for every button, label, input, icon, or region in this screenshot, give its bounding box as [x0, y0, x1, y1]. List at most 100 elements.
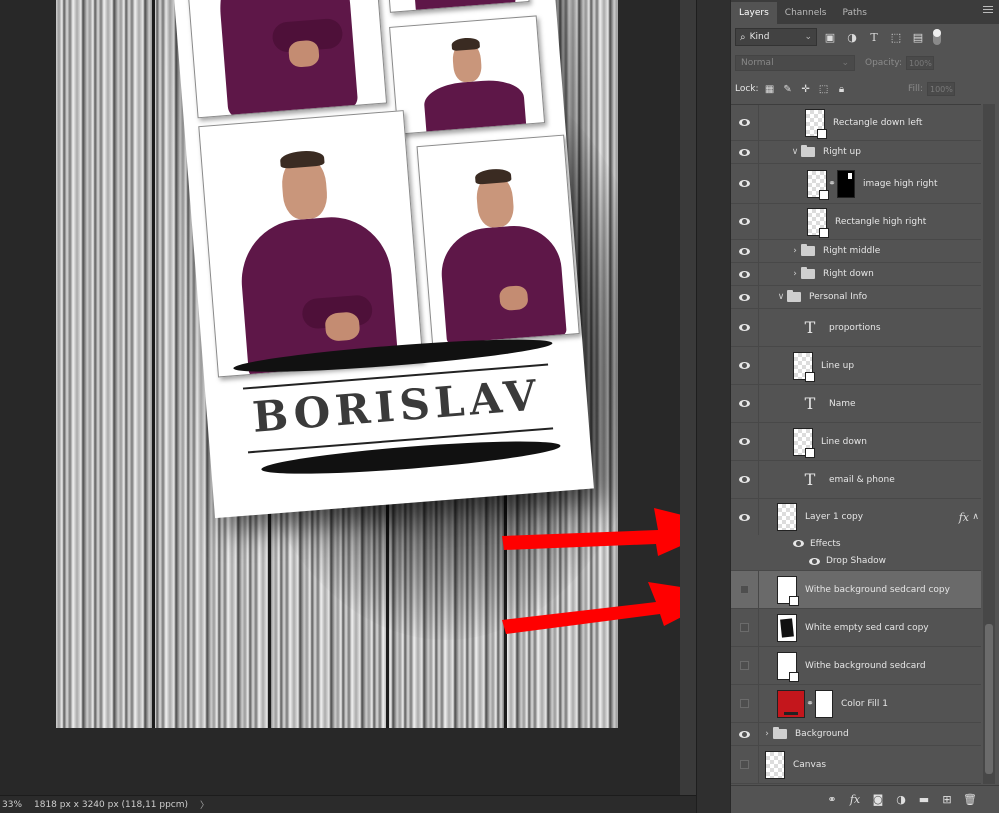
chevron-right-icon[interactable]: ›	[789, 246, 801, 256]
lock-paint-icon[interactable]: ✎	[781, 82, 795, 96]
link-icon[interactable]: ⚭	[805, 699, 815, 709]
layer-group-row[interactable]: ∨ Right up	[731, 141, 981, 164]
new-layer-icon[interactable]: ⊞	[940, 793, 954, 807]
tab-channels[interactable]: Channels	[777, 2, 835, 24]
filter-type-icon[interactable]: T	[865, 28, 883, 46]
visibility-toggle[interactable]	[731, 461, 759, 498]
link-icon[interactable]: ⚭	[827, 179, 837, 189]
eye-icon	[739, 476, 750, 483]
layer-row-selected[interactable]: Withe background sedcard copy	[731, 571, 981, 609]
layer-name: Right up	[823, 147, 861, 157]
visibility-toggle[interactable]	[731, 105, 759, 140]
layer-name: Rectangle down left	[833, 117, 923, 128]
visibility-toggle[interactable]	[731, 723, 759, 745]
layer-row[interactable]: T email & phone	[731, 461, 981, 499]
layer-group-row[interactable]: ∨ Personal Info	[731, 286, 981, 309]
new-group-icon[interactable]: ▬	[917, 793, 931, 807]
visibility-toggle[interactable]	[731, 685, 759, 722]
visibility-toggle[interactable]	[731, 647, 759, 684]
layer-mask-thumbnail[interactable]	[837, 169, 855, 198]
layer-row[interactable]: Line down	[731, 423, 981, 461]
lock-position-icon[interactable]: ✛	[799, 82, 813, 96]
visibility-toggle[interactable]	[731, 347, 759, 384]
layer-group-row[interactable]: › Background	[731, 723, 981, 746]
layer-row-with-effects[interactable]: Layer 1 copy fx ∧ Effects Drop Shadow	[731, 499, 981, 571]
visibility-toggle[interactable]	[731, 423, 759, 460]
layer-row[interactable]: White empty sed card copy	[731, 609, 981, 647]
canvas-area[interactable]: BORISLAV	[0, 0, 680, 795]
opacity-field[interactable]: 100%	[906, 56, 934, 70]
effects-row[interactable]: Effects	[731, 535, 981, 553]
blend-mode-select[interactable]: Normal ⌄	[735, 55, 855, 71]
lock-all-icon[interactable]: 🔒︎	[835, 82, 849, 96]
filter-smart-object-icon[interactable]: ▤	[909, 28, 927, 46]
chevron-down-icon[interactable]: ∨	[775, 292, 787, 302]
chevron-down-icon[interactable]: ∨	[789, 147, 801, 157]
visibility-toggle[interactable]	[731, 571, 759, 608]
folder-icon	[801, 267, 815, 279]
filter-shape-icon[interactable]: ⬚	[887, 28, 905, 46]
layer-thumbnail	[777, 503, 797, 531]
layer-name: image high right	[863, 178, 938, 189]
layer-mask-thumbnail[interactable]	[815, 689, 833, 718]
layer-row[interactable]: T Name	[731, 385, 981, 423]
eye-icon[interactable]	[793, 540, 804, 548]
layer-row[interactable]: Rectangle high right	[731, 204, 981, 240]
layer-row[interactable]: Rectangle down left	[731, 105, 981, 141]
visibility-toggle[interactable]	[731, 240, 759, 262]
layer-row[interactable]: Withe background sedcard	[731, 647, 981, 685]
panel-menu-icon[interactable]	[983, 6, 993, 14]
visibility-toggle[interactable]	[731, 309, 759, 346]
drop-shadow-label: Drop Shadow	[826, 556, 887, 567]
tab-layers[interactable]: Layers	[731, 2, 777, 24]
chevron-up-icon[interactable]: ∧	[972, 512, 979, 522]
layer-row[interactable]: T proportions	[731, 309, 981, 347]
chevron-right-icon[interactable]: ›	[789, 269, 801, 279]
visibility-toggle[interactable]	[731, 286, 759, 308]
eye-icon	[739, 218, 750, 225]
link-layers-icon[interactable]: ⚭	[825, 793, 839, 807]
layer-row[interactable]: ⚭ Color Fill 1	[731, 685, 981, 723]
eye-off-icon	[740, 623, 749, 632]
fill-field[interactable]: 100%	[927, 82, 955, 96]
eye-icon	[739, 400, 750, 407]
layer-group-row[interactable]: › Right middle	[731, 240, 981, 263]
drop-shadow-row[interactable]: Drop Shadow	[731, 553, 981, 571]
visibility-toggle[interactable]	[731, 164, 759, 203]
scrollbar-thumb[interactable]	[985, 624, 993, 774]
lock-transparent-icon[interactable]: ▦	[763, 82, 777, 96]
zoom-level[interactable]: 33%	[0, 800, 24, 810]
canvas-scrollbar-area[interactable]	[680, 0, 696, 795]
new-adjustment-icon[interactable]: ◑	[894, 793, 908, 807]
eye-icon	[739, 180, 750, 187]
filter-toggle[interactable]	[933, 29, 941, 45]
visibility-toggle[interactable]	[731, 746, 759, 783]
eye-icon	[739, 148, 750, 156]
layer-row[interactable]: Canvas	[731, 746, 981, 784]
tab-paths[interactable]: Paths	[834, 2, 874, 24]
visibility-toggle[interactable]	[731, 499, 759, 535]
eye-off-icon	[740, 760, 749, 769]
visibility-toggle[interactable]	[731, 204, 759, 239]
filter-kind-select[interactable]: ⌕ Kind ⌄	[735, 28, 817, 46]
filter-pixel-icon[interactable]: ▣	[821, 28, 839, 46]
eye-icon[interactable]	[809, 557, 820, 565]
red-arrow-upper	[502, 508, 680, 556]
visibility-toggle[interactable]	[731, 385, 759, 422]
visibility-toggle[interactable]	[731, 141, 759, 163]
visibility-toggle[interactable]	[731, 609, 759, 646]
add-style-icon[interactable]: fx	[848, 793, 862, 807]
layer-group-row[interactable]: › Right down	[731, 263, 981, 286]
filter-adjustment-icon[interactable]: ◑	[843, 28, 861, 46]
status-menu-arrow[interactable]: 〉	[188, 798, 209, 811]
layer-row[interactable]: ⚭ image high right	[731, 164, 981, 204]
lock-artboard-icon[interactable]: ⬚	[817, 82, 831, 96]
delete-layer-icon[interactable]: 🗑︎	[963, 793, 977, 807]
add-mask-icon[interactable]: ◙	[871, 793, 885, 807]
layers-scrollbar[interactable]	[983, 104, 995, 784]
layer-row[interactable]: Line up	[731, 347, 981, 385]
visibility-toggle[interactable]	[731, 263, 759, 285]
name-block: BORISLAV	[232, 331, 562, 496]
chevron-right-icon[interactable]: ›	[761, 729, 773, 739]
fx-icon[interactable]: fx	[959, 511, 969, 524]
